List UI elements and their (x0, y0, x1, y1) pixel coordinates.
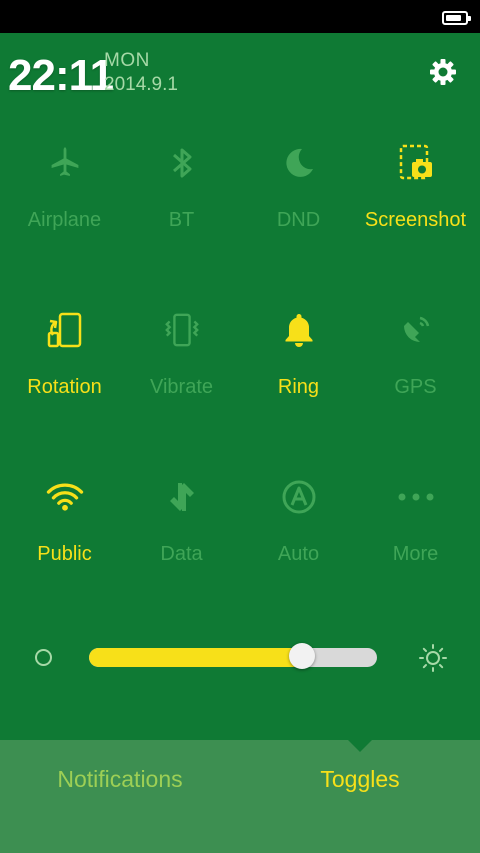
more-icon (397, 477, 435, 517)
toggle-vibrate[interactable]: Vibrate (123, 310, 240, 430)
tab-notifications[interactable]: Notifications (0, 766, 240, 793)
toggle-auto[interactable]: Auto (240, 477, 357, 597)
vibrate-icon (163, 310, 201, 350)
date: 2014.9.1 (104, 74, 178, 95)
brightness-auto-sun-icon[interactable] (418, 643, 448, 673)
toggle-label: Public (37, 543, 92, 565)
toggle-label: GPS (394, 376, 437, 398)
toggle-label: Data (160, 543, 203, 565)
toggle-ring[interactable]: Ring (240, 310, 357, 430)
brightness-control (0, 633, 480, 683)
toggle-label: Airplane (27, 209, 102, 231)
toggle-label: DND (276, 209, 321, 231)
toggle-label: Ring (277, 376, 320, 398)
status-bar (0, 0, 480, 33)
toggle-label: Vibrate (149, 376, 213, 398)
toggle-rotation[interactable]: Rotation (6, 310, 123, 430)
toggle-label: Rotation (27, 376, 102, 398)
toggle-gps[interactable]: GPS (357, 310, 474, 430)
brightness-slider[interactable] (89, 648, 377, 667)
wifi-icon (46, 477, 84, 517)
toggle-data[interactable]: Data (123, 477, 240, 597)
weekday: MON (104, 50, 150, 71)
gps-icon (397, 310, 435, 350)
screenshot-icon (397, 143, 435, 183)
toggle-more[interactable]: More (357, 477, 474, 597)
toggle-label: BT (168, 209, 195, 231)
data-icon (163, 477, 201, 517)
clock-time: 22:11 (8, 51, 114, 100)
toggle-airplane[interactable]: Airplane (6, 143, 123, 263)
toggle-bt[interactable]: BT (123, 143, 240, 263)
brightness-low-icon (35, 649, 52, 666)
bluetooth-icon (163, 143, 201, 183)
quick-settings-panel: 22:11 MON 2014.9.1 Airplane BT DND Scree… (0, 33, 480, 740)
bell-icon (280, 310, 318, 350)
moon-icon (280, 143, 318, 183)
toggle-screenshot[interactable]: Screenshot (357, 143, 474, 263)
auto-icon (280, 477, 318, 517)
battery-icon (442, 11, 471, 25)
toggle-wifi[interactable]: Public (6, 477, 123, 597)
airplane-icon (46, 143, 84, 183)
toggle-label: Auto (277, 543, 320, 565)
tab-toggles[interactable]: Toggles (240, 766, 480, 793)
toggle-dnd[interactable]: DND (240, 143, 357, 263)
selected-tab-indicator (348, 740, 372, 752)
settings-gear-icon[interactable] (428, 57, 458, 87)
tab-bar: Notifications Toggles (0, 740, 480, 853)
toggle-label: Screenshot (364, 209, 467, 231)
rotation-icon (46, 310, 84, 350)
toggle-grid: Airplane BT DND Screenshot Rotation Vibr… (6, 143, 474, 644)
brightness-slider-thumb[interactable] (289, 643, 316, 669)
toggle-label: More (392, 543, 439, 565)
